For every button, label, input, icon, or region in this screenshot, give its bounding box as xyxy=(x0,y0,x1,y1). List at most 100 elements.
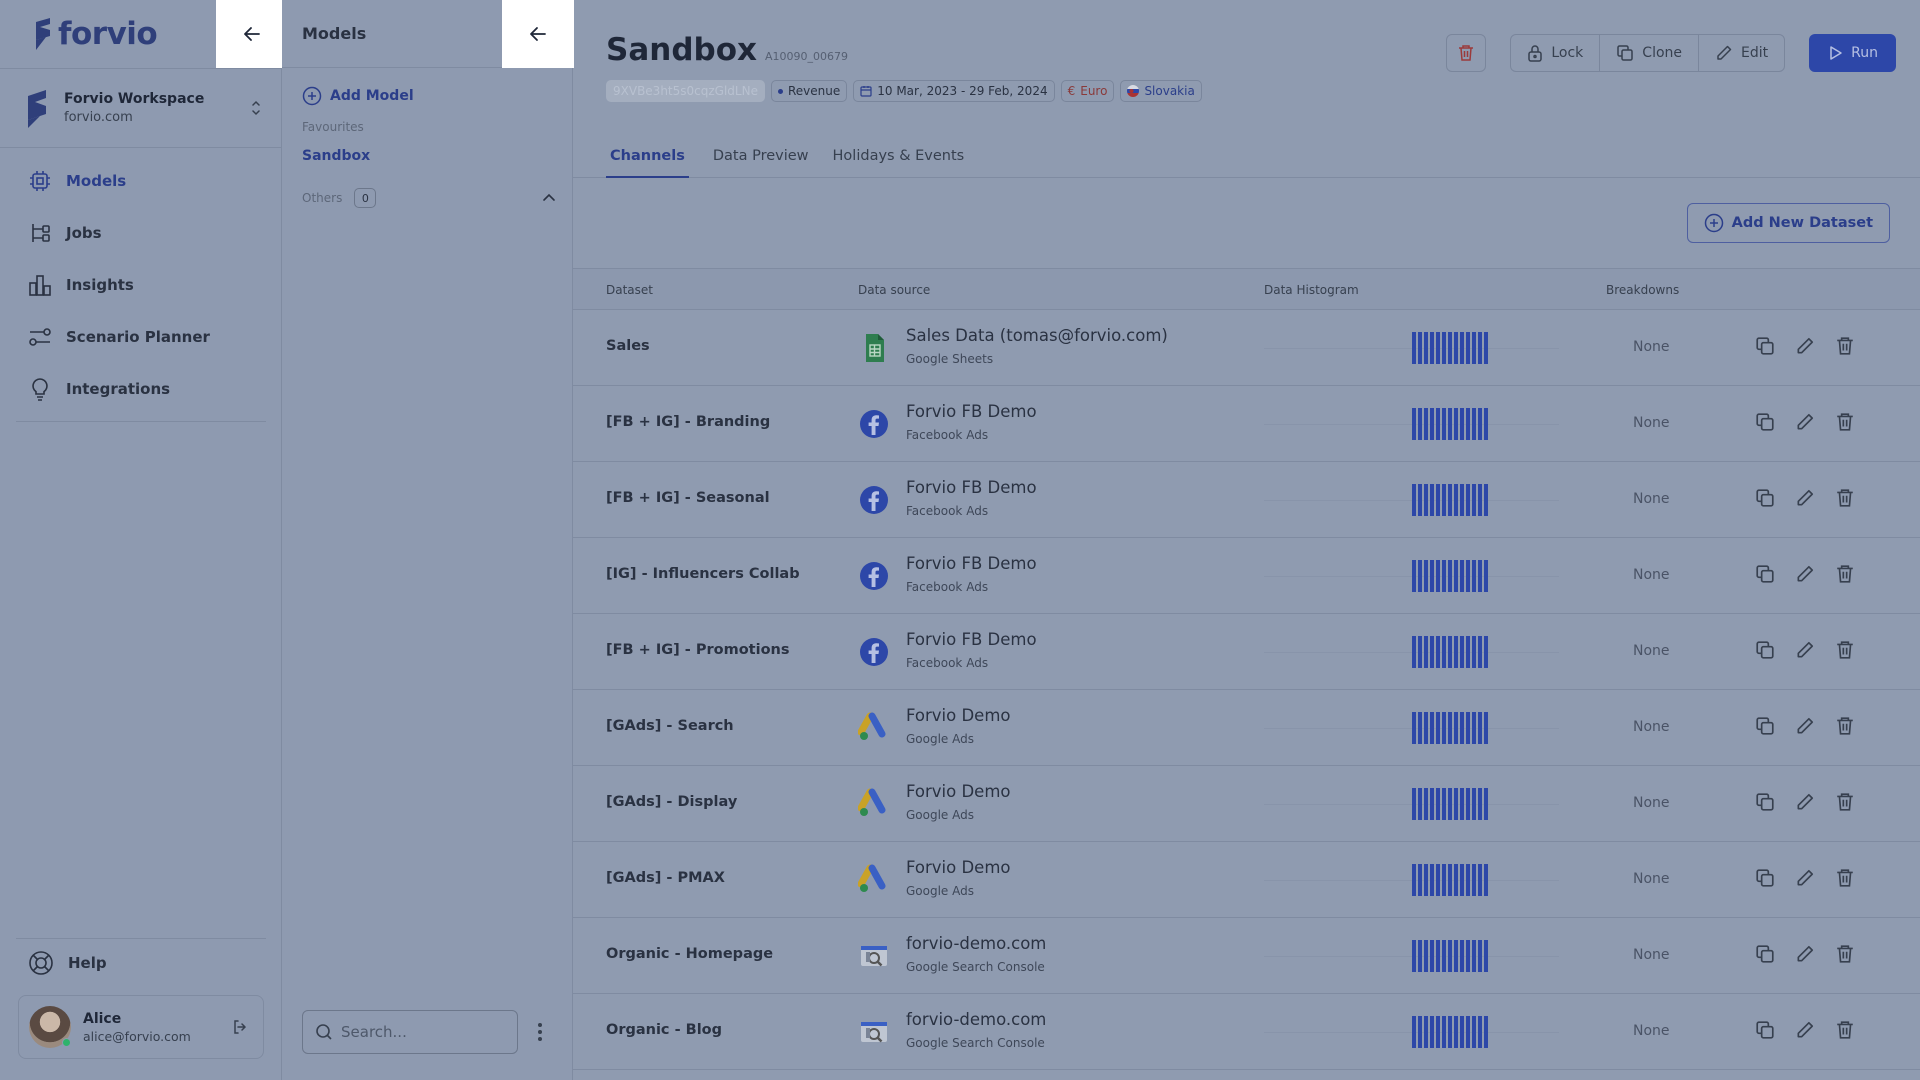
trash-icon[interactable] xyxy=(1835,792,1855,812)
table-row[interactable]: Sales Sales Data (tomas@forvio.com) Goog… xyxy=(573,310,1920,386)
trash-icon[interactable] xyxy=(1835,716,1855,736)
copy-icon[interactable] xyxy=(1755,488,1775,508)
table-row[interactable]: [GAds] - Search Forvio Demo Google Ads N… xyxy=(573,690,1920,766)
copy-icon[interactable] xyxy=(1755,944,1775,964)
nav-item-insights[interactable]: Insights xyxy=(16,259,266,311)
histogram-bar xyxy=(1430,408,1434,440)
trash-icon[interactable] xyxy=(1835,336,1855,356)
histogram-bar xyxy=(1448,484,1452,516)
table-row[interactable]: [FB + IG] - Seasonal Forvio FB Demo Face… xyxy=(573,462,1920,538)
histogram-bar xyxy=(1478,788,1482,820)
facebook-icon xyxy=(858,484,890,516)
histogram-bar xyxy=(1484,864,1488,896)
pencil-icon[interactable] xyxy=(1795,716,1815,736)
histogram-bar xyxy=(1484,636,1488,668)
clone-button[interactable]: Clone xyxy=(1600,35,1700,71)
trash-icon xyxy=(1457,44,1475,62)
user-card[interactable]: Alice alice@forvio.com xyxy=(18,995,264,1059)
run-button[interactable]: Run xyxy=(1809,34,1896,72)
trash-icon[interactable] xyxy=(1835,944,1855,964)
histogram-bar xyxy=(1430,484,1434,516)
pencil-icon[interactable] xyxy=(1795,640,1815,660)
favourite-model-item[interactable]: Sandbox xyxy=(302,148,370,164)
column-header-data-histogram: Data Histogram xyxy=(1264,283,1359,297)
histogram-bar xyxy=(1478,408,1482,440)
country-tag: Slovakia xyxy=(1120,80,1202,102)
data-source-name: Forvio Demo xyxy=(906,782,1011,801)
jobs-icon xyxy=(28,221,52,245)
pencil-icon[interactable] xyxy=(1795,412,1815,432)
histogram-bar xyxy=(1448,940,1452,972)
tab-channels[interactable]: Channels xyxy=(606,140,689,178)
trash-icon[interactable] xyxy=(1835,412,1855,432)
table-row[interactable]: [GAds] - PMAX Forvio Demo Google Ads Non… xyxy=(573,842,1920,918)
copy-icon[interactable] xyxy=(1755,716,1775,736)
histogram-bar xyxy=(1460,484,1464,516)
trash-icon[interactable] xyxy=(1835,488,1855,508)
pencil-icon[interactable] xyxy=(1795,564,1815,584)
model-action-group: Lock Clone Edit xyxy=(1510,34,1786,72)
copy-icon[interactable] xyxy=(1755,1020,1775,1040)
google-sheets-icon xyxy=(858,332,890,364)
pencil-icon[interactable] xyxy=(1795,336,1815,356)
table-row[interactable]: [FB + IG] - Branding Forvio FB Demo Face… xyxy=(573,386,1920,462)
workspace-name: Forvio Workspace xyxy=(64,91,205,107)
pencil-icon[interactable] xyxy=(1795,792,1815,812)
nav-item-models[interactable]: Models xyxy=(16,155,266,207)
histogram-bar xyxy=(1412,484,1416,516)
logout-icon[interactable] xyxy=(231,1018,249,1036)
play-icon xyxy=(1827,45,1843,61)
pencil-icon[interactable] xyxy=(1795,1020,1815,1040)
table-row[interactable]: Organic - Blog forvio-demo.com Google Se… xyxy=(573,994,1920,1070)
pencil-icon[interactable] xyxy=(1795,488,1815,508)
trash-icon[interactable] xyxy=(1835,640,1855,660)
histogram-bar xyxy=(1484,788,1488,820)
copy-icon[interactable] xyxy=(1755,336,1775,356)
clone-label: Clone xyxy=(1642,45,1683,61)
copy-icon[interactable] xyxy=(1755,792,1775,812)
tab-holidays-events[interactable]: Holidays & Events xyxy=(833,140,965,178)
histogram-bar xyxy=(1412,788,1416,820)
delete-model-button[interactable] xyxy=(1446,34,1487,72)
histogram-bar xyxy=(1448,788,1452,820)
help-link[interactable]: Help xyxy=(28,950,107,976)
lock-button[interactable]: Lock xyxy=(1511,35,1601,71)
column-header-data-source: Data source xyxy=(858,283,931,297)
pencil-icon[interactable] xyxy=(1795,868,1815,888)
histogram-bar xyxy=(1484,1016,1488,1048)
table-row[interactable]: Organic - Homepage forvio-demo.com Googl… xyxy=(573,918,1920,994)
trash-icon[interactable] xyxy=(1835,868,1855,888)
tab-data-preview[interactable]: Data Preview xyxy=(713,140,809,178)
models-icon xyxy=(28,169,52,193)
copy-icon[interactable] xyxy=(1755,412,1775,432)
histogram-bar xyxy=(1436,788,1440,820)
table-row[interactable]: [GAds] - Display Forvio Demo Google Ads … xyxy=(573,766,1920,842)
pencil-icon[interactable] xyxy=(1795,944,1815,964)
collapse-sidebar-button[interactable] xyxy=(216,0,288,68)
copy-icon[interactable] xyxy=(1755,640,1775,660)
histogram-bar xyxy=(1466,940,1470,972)
data-histogram xyxy=(1412,484,1488,516)
favourites-heading: Favourites xyxy=(302,120,364,134)
nav-item-integrations[interactable]: Integrations xyxy=(16,363,266,415)
workspace-switcher[interactable]: Forvio Workspace forvio.com xyxy=(0,68,282,148)
copy-icon[interactable] xyxy=(1755,868,1775,888)
others-section-toggle[interactable]: Others 0 xyxy=(302,188,556,208)
trash-icon[interactable] xyxy=(1835,564,1855,584)
add-new-dataset-button[interactable]: Add New Dataset xyxy=(1686,203,1890,243)
nav-label: Insights xyxy=(66,276,134,294)
collapse-models-panel-button[interactable] xyxy=(502,0,574,68)
data-source-type: Facebook Ads xyxy=(906,656,989,670)
trash-icon[interactable] xyxy=(1835,1020,1855,1040)
more-options-icon[interactable] xyxy=(537,1022,543,1042)
edit-button[interactable]: Edit xyxy=(1699,35,1784,71)
table-row[interactable]: [FB + IG] - Promotions Forvio FB Demo Fa… xyxy=(573,614,1920,690)
nav-item-scenario-planner[interactable]: Scenario Planner xyxy=(16,311,266,363)
data-source-type: Google Search Console xyxy=(906,1036,1045,1050)
copy-icon[interactable] xyxy=(1755,564,1775,584)
nav-item-jobs[interactable]: Jobs xyxy=(16,207,266,259)
add-model-button[interactable]: Add Model xyxy=(302,86,414,106)
model-search-field[interactable] xyxy=(302,1010,518,1054)
table-row[interactable]: [IG] - Influencers Collab Forvio FB Demo… xyxy=(573,538,1920,614)
search-input[interactable] xyxy=(341,1023,501,1041)
